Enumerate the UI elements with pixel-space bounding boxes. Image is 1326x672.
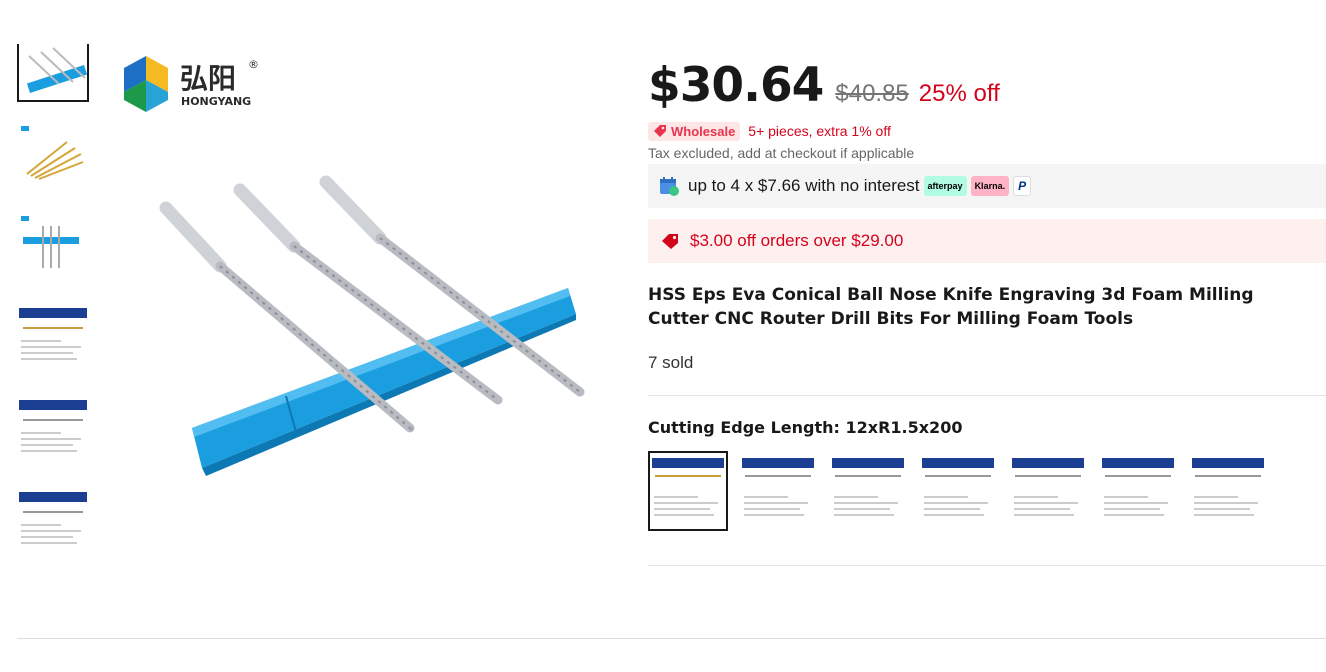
wholesale-offer: 5+ pieces, extra 1% off [748, 123, 891, 139]
discount-percent: 25% off [918, 80, 1000, 107]
wholesale-badge[interactable]: Wholesale [648, 121, 741, 141]
calendar-icon [660, 177, 679, 196]
wholesale-row: Wholesale 5+ pieces, extra 1% off [648, 120, 1326, 142]
section-divider [17, 638, 1326, 639]
product-title: HSS Eps Eva Conical Ball Nose Knife Engr… [648, 285, 1254, 329]
sku-option-5[interactable] [1008, 451, 1088, 531]
thumbnail-3[interactable] [17, 212, 89, 270]
tax-note: Tax excluded, add at checkout if applica… [648, 145, 915, 161]
coupon-tag-icon [662, 234, 678, 249]
coupon-text: $3.00 off orders over $29.00 [690, 231, 904, 250]
main-product-image[interactable]: 弘阳 ® HONGYANG [110, 40, 615, 560]
original-price: $40.85 [835, 80, 909, 107]
sku-option-6[interactable] [1098, 451, 1178, 531]
thumbnail-4[interactable] [17, 306, 89, 364]
wholesale-label: Wholesale [671, 123, 736, 139]
installment-bar[interactable]: up to 4 x $7.66 with no interest afterpa… [648, 164, 1326, 208]
sku-option-7[interactable] [1188, 451, 1268, 531]
paypal-logo: P [1013, 176, 1032, 196]
installment-text: up to 4 x $7.66 with no interest [688, 176, 920, 195]
divider [648, 565, 1326, 566]
tag-icon [654, 125, 666, 137]
klarna-logo: Klarna. [970, 176, 1010, 196]
brand-logo: 弘阳 ® HONGYANG [124, 56, 259, 112]
sku-label: Cutting Edge Length: 12xR1.5x200 [648, 418, 963, 437]
sku-option-1[interactable] [648, 451, 728, 531]
coupon-bar[interactable]: $3.00 off orders over $29.00 [648, 219, 1326, 263]
thumbnail-1[interactable] [17, 44, 89, 102]
drill-bits [159, 175, 585, 433]
brand-name-cn: 弘阳 [180, 62, 236, 95]
afterpay-logo: afterpay [923, 176, 967, 196]
sku-option-2[interactable] [738, 451, 818, 531]
registered-mark: ® [248, 58, 259, 71]
sold-count: 7 sold [648, 353, 694, 372]
sku-option-4[interactable] [918, 451, 998, 531]
brand-name-en: HONGYANG [181, 95, 251, 108]
price-row: $30.64 $40.85 25% off [648, 58, 1326, 120]
current-price: $30.64 [648, 58, 824, 113]
sku-options [648, 451, 1326, 531]
thumbnail-5[interactable] [17, 398, 89, 456]
sku-option-3[interactable] [828, 451, 908, 531]
thumbnail-2[interactable] [17, 122, 89, 180]
thumbnail-6[interactable] [17, 490, 89, 548]
product-info-panel: $30.64 $40.85 25% off Wholesale 5+ piece… [648, 58, 1326, 566]
divider [648, 395, 1326, 396]
